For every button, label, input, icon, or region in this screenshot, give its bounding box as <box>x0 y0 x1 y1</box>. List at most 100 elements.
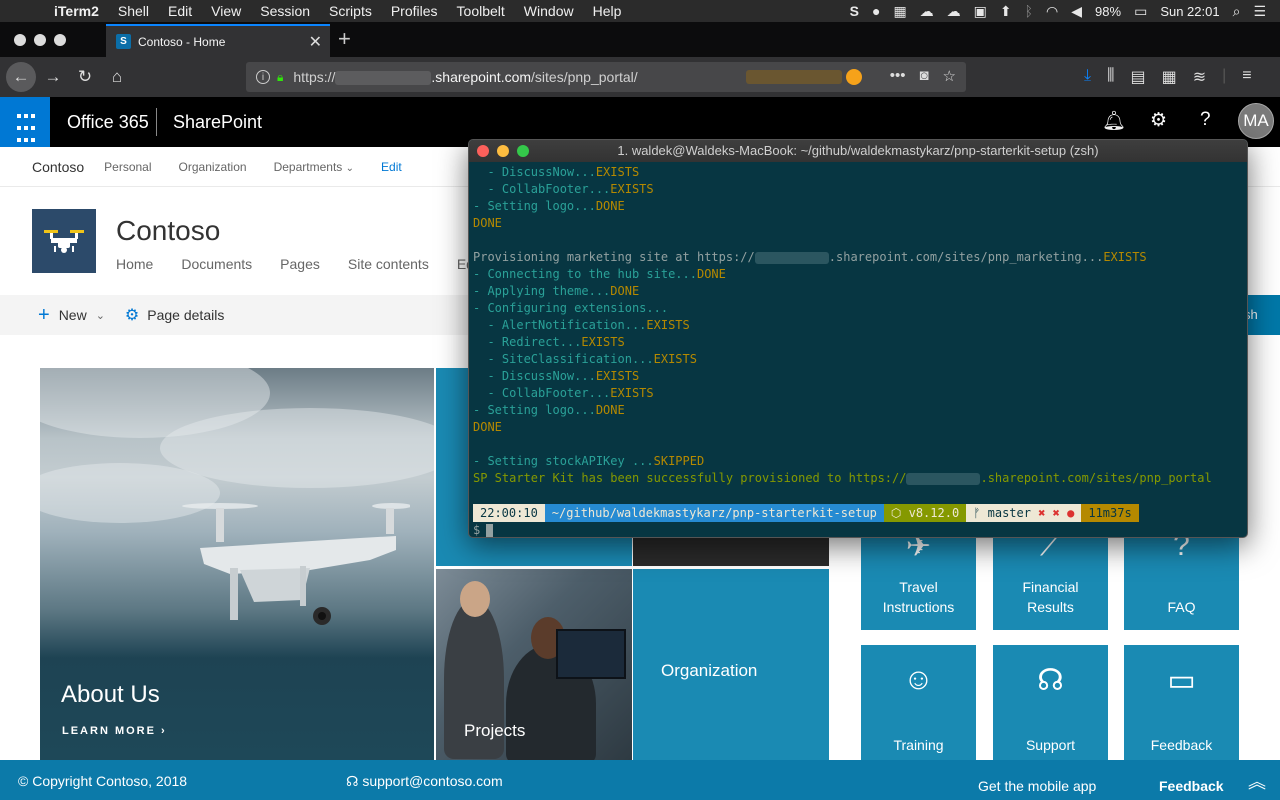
hub-nav-departments[interactable]: Departments ⌄ <box>274 160 354 174</box>
forward-button[interactable]: → <box>40 64 66 90</box>
hero-projects-tile[interactable]: Projects <box>436 569 632 760</box>
battery-icon[interactable]: ▭ <box>1134 3 1147 20</box>
support-link[interactable]: ☊ support@contoso.com <box>346 773 503 790</box>
footer-feedback-button[interactable]: Feedback <box>1159 778 1224 794</box>
browser-tab-active[interactable]: S Contoso - Home ✕ <box>106 24 330 57</box>
notification-center-icon[interactable]: ☰ <box>1253 3 1266 20</box>
quicklink-training[interactable]: ☺ Training <box>861 645 976 760</box>
tab-close-icon[interactable]: ✕ <box>309 32 322 52</box>
help-icon[interactable]: ? <box>1200 109 1211 131</box>
terminal-minimize-button[interactable] <box>497 145 509 157</box>
chevron-down-icon[interactable]: ⌄ <box>96 309 105 322</box>
menu-app-name[interactable]: iTerm2 <box>54 3 99 19</box>
status-mask-icon[interactable]: ● <box>872 3 880 19</box>
menu-toolbelt[interactable]: Toolbelt <box>457 3 505 19</box>
user-avatar[interactable]: MA <box>1238 103 1274 139</box>
hub-nav-organization[interactable]: Organization <box>179 160 247 174</box>
new-button[interactable]: New <box>59 307 87 323</box>
page-actions-menu-icon[interactable]: ••• <box>890 67 906 85</box>
hub-title[interactable]: Contoso <box>32 159 84 175</box>
menu-shell[interactable]: Shell <box>118 3 149 19</box>
hero-organization-tile[interactable]: Organization <box>633 569 829 760</box>
prompt-git-branch: ᚠ master ✖ ✖ ● <box>966 504 1082 522</box>
terminal-close-button[interactable] <box>477 145 489 157</box>
menu-edit[interactable]: Edit <box>168 3 192 19</box>
mobile-app-link[interactable]: Get the mobile app <box>978 778 1096 794</box>
learn-more-link[interactable]: LEARN MORE › <box>62 725 167 737</box>
docker-icon[interactable]: ▦ <box>893 3 906 20</box>
app-launcher-icon[interactable] <box>0 97 50 147</box>
prompt-duration: 11m37s <box>1081 504 1139 522</box>
grid-app-icon[interactable]: ▣ <box>974 3 987 20</box>
wifi-icon[interactable]: ◠ <box>1046 3 1058 20</box>
new-tab-button[interactable]: + <box>338 26 351 52</box>
bluetooth-icon[interactable]: ᛒ <box>1025 3 1033 19</box>
sharepoint-brand[interactable]: SharePoint <box>173 112 262 133</box>
menu-view[interactable]: View <box>211 3 241 19</box>
terminal-line: - Redirect...EXISTS <box>473 334 1245 351</box>
upload-cloud-icon[interactable]: ⬆ <box>1000 3 1012 20</box>
quicklink-feedback[interactable]: ▭ Feedback <box>1124 645 1239 760</box>
lock-icon[interactable]: 🔒︎ <box>277 70 283 85</box>
plus-icon[interactable]: + <box>38 304 50 327</box>
menu-help[interactable]: Help <box>593 3 622 19</box>
settings-gear-icon[interactable]: ⚙ <box>1150 109 1167 132</box>
iterm-window[interactable]: 1. waldek@Waldeks-MacBook: ~/github/wald… <box>468 139 1248 538</box>
layers-icon[interactable]: ≋ <box>1193 67 1206 87</box>
notifications-bell-icon[interactable]: 🔔︎ <box>1102 109 1126 133</box>
volume-icon[interactable]: ◀ <box>1071 3 1082 20</box>
feedback-icon: ▭ <box>1167 664 1196 697</box>
terminal-text: .sharepoint.com/sites/pnp_marketing... <box>828 250 1104 264</box>
window-zoom-button[interactable] <box>54 34 66 46</box>
site-title[interactable]: Contoso <box>116 215 220 247</box>
menu-scripts[interactable]: Scripts <box>329 3 372 19</box>
site-nav-site-contents[interactable]: Site contents <box>348 256 429 272</box>
terminal-input-line[interactable]: $ <box>473 522 494 537</box>
clock[interactable]: Sun 22:01 <box>1160 4 1219 19</box>
bookmark-star-icon[interactable]: ☆ <box>943 67 956 85</box>
hero-about-us-tile[interactable]: About Us LEARN MORE › <box>40 368 434 760</box>
office365-brand[interactable]: Office 365 <box>67 112 149 133</box>
window-minimize-button[interactable] <box>34 34 46 46</box>
publish-button-partial[interactable]: sh <box>1244 295 1280 335</box>
battery-percent[interactable]: 98% <box>1095 4 1121 19</box>
site-logo-drone-icon[interactable] <box>32 209 96 273</box>
terminal-line: - CollabFooter...EXISTS <box>473 385 1245 402</box>
terminal-title-bar[interactable]: 1. waldek@Waldeks-MacBook: ~/github/wald… <box>469 140 1247 162</box>
site-nav-documents[interactable]: Documents <box>181 256 252 272</box>
status-s-icon[interactable]: S <box>850 3 859 19</box>
site-nav-pages[interactable]: Pages <box>280 256 320 272</box>
back-button[interactable]: ← <box>6 62 36 92</box>
extension-badge-icon[interactable] <box>846 69 862 85</box>
terminal-text: DONE <box>473 420 502 434</box>
terminal-line: - Setting logo...DONE <box>473 402 1245 419</box>
hub-nav-personal[interactable]: Personal <box>104 160 151 174</box>
spotlight-search-icon[interactable]: ⌕ <box>1233 3 1241 20</box>
library-icon[interactable]: ⫼ <box>1107 67 1114 87</box>
hamburger-menu-icon[interactable]: ≡ <box>1242 67 1251 87</box>
terminal-text: EXISTS <box>581 335 625 349</box>
sidebar-icon[interactable]: ▤ <box>1130 67 1145 87</box>
footer-collapse-chevron-icon[interactable]: ︽ <box>1248 768 1266 794</box>
home-button[interactable]: ⌂ <box>104 64 130 90</box>
cloud-icon[interactable]: ☁ <box>920 3 934 20</box>
hub-nav-edit-link[interactable]: Edit <box>381 160 402 174</box>
reload-button[interactable]: ↻ <box>72 64 98 90</box>
menu-session[interactable]: Session <box>260 3 310 19</box>
extensions-icon[interactable]: ▦ <box>1162 67 1177 87</box>
page-details-gear-icon[interactable]: ⚙ <box>125 305 139 325</box>
cloud-sync-icon[interactable]: ☁ <box>947 3 961 20</box>
downloads-icon[interactable]: ⤓ <box>1084 67 1091 87</box>
site-nav-home[interactable]: Home <box>116 256 153 272</box>
terminal-zoom-button[interactable] <box>517 145 529 157</box>
menu-window[interactable]: Window <box>524 3 574 19</box>
site-info-icon[interactable]: i <box>256 70 270 84</box>
page-details-button[interactable]: Page details <box>147 307 224 323</box>
quicklink-support[interactable]: ☊ Support <box>993 645 1108 760</box>
macos-menu-bar: iTerm2 Shell Edit View Session Scripts P… <box>0 0 1280 22</box>
address-bar[interactable]: i 🔒︎ https://.sharepoint.com/sites/pnp_p… <box>246 62 966 92</box>
window-close-button[interactable] <box>14 34 26 46</box>
browser-nav-bar: ← → ↻ ⌂ i 🔒︎ https://.sharepoint.com/sit… <box>0 57 1280 97</box>
menu-profiles[interactable]: Profiles <box>391 3 438 19</box>
pocket-icon[interactable]: ◙ <box>919 67 928 85</box>
